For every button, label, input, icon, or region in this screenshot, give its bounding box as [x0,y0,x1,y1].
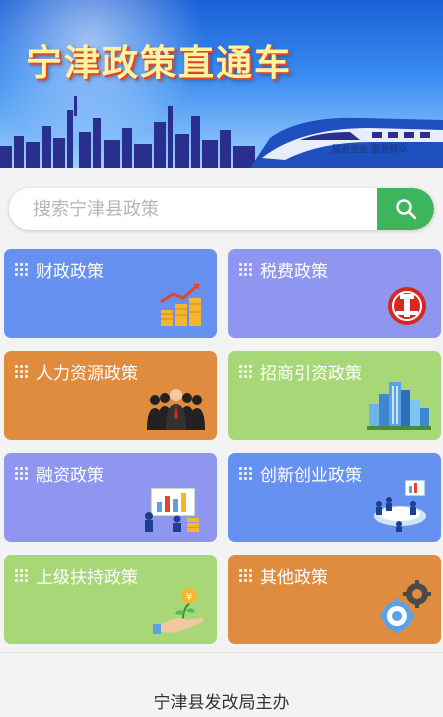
presentation-icon [141,486,207,536]
policy-card-title: 税费政策 [239,257,328,282]
policy-card-title: 其他政策 [239,563,328,588]
policy-card-label: 上级扶持政策 [36,568,138,588]
city-buildings-icon [367,376,431,434]
team-meeting-icon [369,478,431,536]
policy-card[interactable]: 人力资源政策 [4,351,217,440]
policy-card-title: 财政政策 [15,257,104,282]
policy-card-label: 财政政策 [36,262,104,282]
grid-dots-icon [239,364,253,379]
policy-card-label: 其他政策 [260,568,328,588]
policy-card-title: 招商引资政策 [239,359,362,384]
grid-dots-icon [15,466,29,481]
grid-dots-icon [239,262,253,277]
train-slogan: 服务企业 服务群众 [331,145,407,155]
search-input[interactable] [9,188,377,230]
policy-card-label: 融资政策 [36,466,104,486]
policy-card[interactable]: 税费政策 [228,249,441,338]
header-banner: 宁津政策直通车 服务企业 服务群众 [0,0,443,168]
svg-text:¥: ¥ [186,592,192,603]
footer-text: 宁津县发改局主办 [153,693,290,713]
policy-card-title: 融资政策 [15,461,104,486]
policy-card[interactable]: 创新创业政策 [228,453,441,542]
search-button[interactable] [377,188,434,230]
grid-dots-icon [239,568,253,583]
policy-card-label: 创新创业政策 [260,466,362,486]
business-people-icon [145,386,207,434]
grid-dots-icon [15,364,29,379]
tax-emblem-icon [383,284,431,332]
grid-dots-icon [15,262,29,277]
policy-card[interactable]: 融资政策 [4,453,217,542]
hand-plant-coin-icon: ¥ [153,586,207,638]
policy-card[interactable]: 财政政策 [4,249,217,338]
policy-card-label: 招商引资政策 [260,364,362,384]
policy-card-title: 创新创业政策 [239,461,362,486]
policy-card[interactable]: 招商引资政策 [228,351,441,440]
gears-icon [379,580,431,638]
policy-card-label: 人力资源政策 [36,364,138,384]
policy-card-title: 上级扶持政策 [15,563,138,588]
policy-card-title: 人力资源政策 [15,359,138,384]
coins-chart-icon [157,282,207,332]
search-icon [395,199,416,220]
grid-dots-icon [239,466,253,481]
city-skyline-illustration [0,96,443,168]
banner-title: 宁津政策直通车 [26,43,293,84]
policy-card-label: 税费政策 [260,262,328,282]
footer-divider [0,652,443,653]
grid-dots-icon [15,568,29,583]
policy-card[interactable]: 其他政策 [228,555,441,644]
search-bar [9,188,434,230]
policy-card[interactable]: 上级扶持政策 ¥ [4,555,217,644]
